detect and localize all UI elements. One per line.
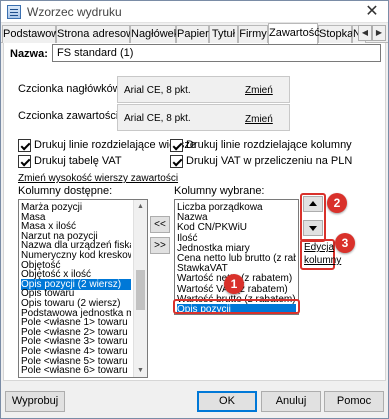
window-title: Wzorzec wydruku	[27, 5, 122, 19]
move-up-button[interactable]	[303, 196, 323, 212]
header-font-label: Czcionka nagłówków:	[18, 83, 124, 95]
preview-button[interactable]: Wyprobuj	[5, 391, 65, 412]
tab-scroll-right-button[interactable]: ▶	[372, 25, 386, 41]
content-font-label: Czcionka zawartości:	[18, 110, 122, 122]
print-vat-table-label: Drukuj tabelę VAT	[34, 155, 122, 167]
change-header-font-link[interactable]: Zmień	[245, 85, 273, 96]
selected-columns-label: Kolumny wybrane:	[174, 185, 265, 197]
change-content-font-link[interactable]: Zmień	[245, 114, 273, 125]
change-row-height-link[interactable]: Zmień wysokość wierszy zawartości	[18, 173, 178, 184]
tab-tytul[interactable]: Tytuł	[209, 25, 238, 43]
tab-naglowek[interactable]: Nagłówek	[130, 25, 179, 43]
tab-stopka[interactable]: Stopka	[318, 25, 353, 43]
callout-1: 1	[224, 274, 244, 294]
list-item[interactable]: Pole <własne 6> towaru	[21, 365, 131, 376]
checkbox-checked-icon	[170, 139, 183, 152]
checkbox-checked-icon	[18, 155, 31, 168]
edit-column-link-line2[interactable]: kolumny	[304, 255, 341, 266]
tab-zawartosc[interactable]: Zawartość	[268, 23, 320, 44]
help-button[interactable]: Pomoc	[324, 391, 384, 412]
print-col-lines-label: Drukuj linie rozdzielające kolumny	[186, 139, 352, 151]
move-down-button[interactable]	[303, 220, 323, 236]
document-icon	[7, 5, 21, 19]
scroll-thumb[interactable]	[136, 270, 145, 310]
selected-columns-list[interactable]: Liczba porządkowa Nazwa Kod CN/PKWiU Ilość J…	[174, 199, 299, 315]
tab-bar: Podstawowe Strona adresowa Nagłówek Papi…	[1, 23, 388, 44]
content-font-value: Arial CE, 8 pkt.	[124, 113, 191, 124]
move-left-button[interactable]: <<	[150, 216, 170, 233]
scroll-up-icon[interactable]: ▲	[134, 200, 147, 213]
title-bar: Wzorzec wydruku ✕	[1, 1, 388, 23]
callout-2: 2	[327, 193, 347, 213]
print-vat-pln-label: Drukuj VAT w przeliczeniu na PLN	[186, 155, 353, 167]
checkbox-checked-icon	[18, 139, 31, 152]
print-vat-pln-checkbox[interactable]: Drukuj VAT w przeliczeniu na PLN	[170, 155, 352, 169]
available-columns-list[interactable]: Marża pozycji Masa Masa x ilość Narzut na p…	[18, 199, 148, 378]
ok-button[interactable]: OK	[197, 391, 257, 412]
callout-3: 3	[335, 233, 355, 253]
name-input[interactable]: FS standard (1)	[52, 44, 381, 62]
tab-papier[interactable]: Papier	[176, 25, 209, 43]
move-right-button[interactable]: >>	[150, 237, 170, 254]
print-col-lines-checkbox[interactable]: Drukuj linie rozdzielające kolumny	[170, 139, 352, 153]
cancel-button[interactable]: Anuluj	[261, 391, 321, 412]
arrow-up-icon	[309, 201, 317, 206]
tab-strona-adresowa[interactable]: Strona adresowa	[56, 25, 140, 43]
tab-podstawowe[interactable]: Podstawowe	[2, 25, 65, 43]
checkbox-checked-icon	[170, 155, 183, 168]
tab-scroll-left-button[interactable]: ◀	[358, 25, 372, 41]
available-columns-label: Kolumny dostępne:	[18, 185, 113, 197]
vertical-scrollbar[interactable]: ▲ ▼	[133, 200, 147, 377]
content-panel: Nazwa: FS standard (1) Czcionka nagłówkó…	[3, 43, 386, 381]
selected-item-highlight	[173, 299, 300, 314]
footer-bar: Wyprobuj OK Anuluj Pomoc	[1, 383, 388, 418]
tab-firmy[interactable]: Firmy	[238, 25, 268, 43]
close-button[interactable]: ✕	[362, 2, 382, 22]
print-vat-table-checkbox[interactable]: Drukuj tabelę VAT	[18, 155, 122, 169]
scroll-down-icon[interactable]: ▼	[134, 364, 147, 377]
header-font-value: Arial CE, 8 pkt.	[124, 85, 191, 96]
arrow-down-icon	[309, 226, 317, 231]
edit-column-link-line1[interactable]: Edycja	[304, 242, 334, 253]
name-label: Nazwa:	[10, 48, 48, 60]
